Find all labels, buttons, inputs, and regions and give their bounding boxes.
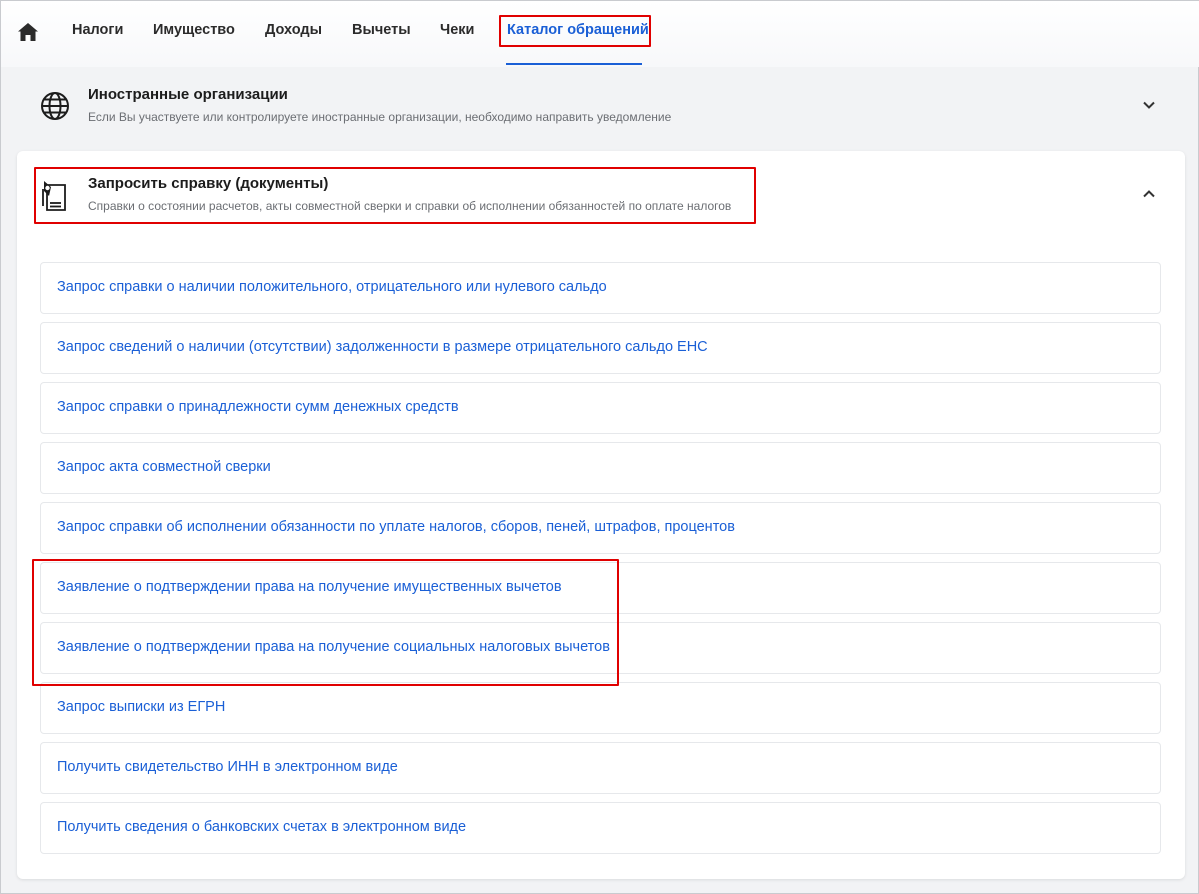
list-item-label[interactable]: Запрос акта совместной сверки xyxy=(57,459,271,475)
section-title: Запросить справку (документы) xyxy=(88,175,329,192)
globe-icon xyxy=(41,92,69,120)
list-item-label[interactable]: Заявление о подтверждении права на получ… xyxy=(57,579,562,595)
section-subtitle: Справки о состоянии расчетов, акты совме… xyxy=(88,199,732,213)
nav-item-deductions[interactable]: Вычеты xyxy=(352,22,411,38)
nav-item-taxes[interactable]: Налоги xyxy=(72,22,123,38)
list-item-reconciliation-act[interactable]: Запрос акта совместной сверки xyxy=(40,442,1161,494)
nav-item-income[interactable]: Доходы xyxy=(265,22,322,38)
list-item-label[interactable]: Запрос выписки из ЕГРН xyxy=(57,699,225,715)
list-item-label[interactable]: Получить сведения о банковских счетах в … xyxy=(57,819,466,835)
active-tab-underline xyxy=(506,63,642,65)
home-icon[interactable] xyxy=(17,21,39,43)
list-item-label[interactable]: Запрос справки о наличии положительного,… xyxy=(57,279,607,295)
list-item-label[interactable]: Заявление о подтверждении права на получ… xyxy=(57,639,610,655)
list-item-bank-accounts[interactable]: Получить сведения о банковских счетах в … xyxy=(40,802,1161,854)
list-item-debt-info[interactable]: Запрос сведений о наличии (отсутствии) з… xyxy=(40,322,1161,374)
foreign-organizations-row[interactable]: Иностранные организации Если Вы участвуе… xyxy=(17,75,1185,137)
chevron-up-icon[interactable] xyxy=(1142,187,1156,201)
list-item-label[interactable]: Запрос справки о принадлежности сумм ден… xyxy=(57,399,459,415)
list-item-obligation-fulfillment[interactable]: Запрос справки об исполнении обязанности… xyxy=(40,502,1161,554)
nav-item-request-catalog[interactable]: Каталог обращений xyxy=(507,22,649,38)
list-item-label[interactable]: Получить свидетельство ИНН в электронном… xyxy=(57,759,398,775)
foreign-organizations-subtitle: Если Вы участвуете или контролируете ино… xyxy=(88,110,672,124)
foreign-organizations-title: Иностранные организации xyxy=(88,86,288,103)
list-item-label[interactable]: Запрос сведений о наличии (отсутствии) з… xyxy=(57,339,708,355)
list-item-balance-certificate[interactable]: Запрос справки о наличии положительного,… xyxy=(40,262,1161,314)
document-icon xyxy=(42,181,66,211)
top-navigation: Налоги Имущество Доходы Вычеты Чеки Ката… xyxy=(1,1,1199,67)
app-window: Налоги Имущество Доходы Вычеты Чеки Ката… xyxy=(0,0,1199,894)
list-item-funds-ownership[interactable]: Запрос справки о принадлежности сумм ден… xyxy=(40,382,1161,434)
list-item-inn-certificate[interactable]: Получить свидетельство ИНН в электронном… xyxy=(40,742,1161,794)
list-item-property-deductions[interactable]: Заявление о подтверждении права на получ… xyxy=(40,562,1161,614)
list-item-label[interactable]: Запрос справки об исполнении обязанности… xyxy=(57,519,735,535)
list-item-egrn-extract[interactable]: Запрос выписки из ЕГРН xyxy=(40,682,1161,734)
request-documents-card: Запросить справку (документы) Справки о … xyxy=(17,151,1185,879)
list-item-social-deductions[interactable]: Заявление о подтверждении права на получ… xyxy=(40,622,1161,674)
chevron-down-icon[interactable] xyxy=(1142,98,1156,112)
nav-item-receipts[interactable]: Чеки xyxy=(440,22,474,38)
nav-item-property[interactable]: Имущество xyxy=(153,22,235,38)
